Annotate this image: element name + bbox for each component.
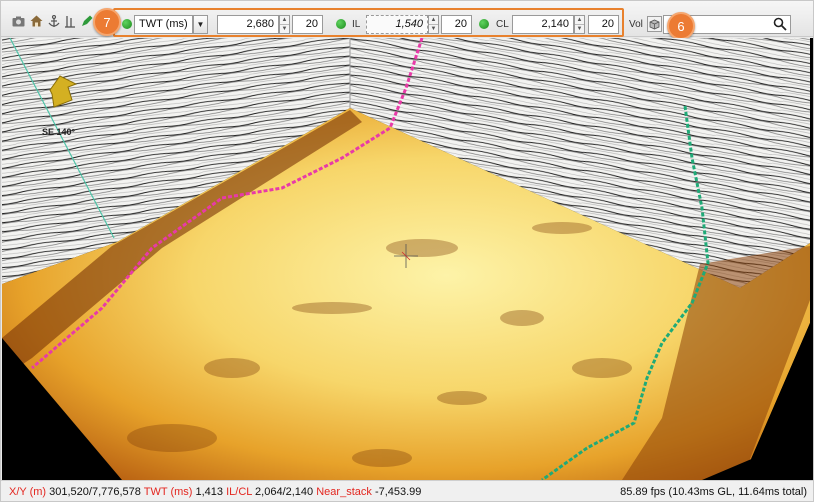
3d-viewport[interactable]: SE 140° (2, 38, 813, 480)
time-slice-spinner[interactable]: ▲ ▼ (279, 15, 290, 34)
ilcl-value: 2,064/2,140 (255, 486, 314, 498)
inline-step-input[interactable]: 20 (441, 15, 472, 34)
inline-input[interactable]: 1,540 (366, 15, 428, 34)
time-step-input[interactable]: 20 (292, 15, 323, 34)
twt-value: 1,413 (195, 486, 224, 498)
inline-visible-toggle[interactable] (336, 19, 346, 29)
camera-icon[interactable] (11, 14, 25, 28)
attribute-label: Near_stack (316, 486, 372, 498)
xy-value: 301,520/7,776,578 (49, 486, 141, 498)
crossline-spinner[interactable]: ▲ ▼ (574, 15, 585, 34)
time-slice-visible-toggle[interactable] (122, 19, 132, 29)
callout-badge-7: 7 (93, 8, 121, 36)
time-slice-input[interactable]: 2,680 (217, 15, 279, 34)
home-icon[interactable] (29, 14, 43, 28)
crossline-step-input[interactable]: 20 (588, 15, 619, 34)
chevron-down-icon[interactable]: ▼ (193, 15, 208, 34)
search-icon[interactable] (773, 17, 788, 32)
crossline-label: CL (496, 19, 509, 30)
inline-spinner[interactable]: ▲ ▼ (428, 15, 439, 34)
ilcl-label: IL/CL (226, 486, 252, 498)
callout-badge-6: 6 (667, 12, 695, 40)
volume-cube-icon[interactable] (647, 16, 662, 32)
domain-select[interactable]: TWT (ms) (134, 15, 193, 34)
xy-label: X/Y (m) (9, 486, 47, 498)
anchor-icon[interactable] (47, 14, 61, 28)
well-tool-icon[interactable] (63, 14, 77, 28)
inline-label: IL (352, 19, 361, 30)
volume-label: Vol (629, 19, 643, 30)
seismic-3d-viewer: TWT (ms) ▼ 2,680 ▲ ▼ 20 IL 1,540 ▲ ▼ 20 CL… (0, 0, 814, 502)
toolbar: TWT (ms) ▼ 2,680 ▲ ▼ 20 IL 1,540 ▲ ▼ 20 CL… (1, 1, 813, 40)
crossline-visible-toggle[interactable] (479, 19, 489, 29)
twt-label: TWT (ms) (143, 486, 193, 498)
interpretation-pen-icon[interactable] (80, 14, 94, 28)
attribute-value: -7,453.99 (374, 486, 422, 498)
performance-readout: 85.89 fps (10.43ms GL, 11.64ms total) (620, 486, 807, 498)
crossline-input[interactable]: 2,140 (512, 15, 574, 34)
compass-label: SE 140° (42, 127, 76, 137)
status-bar: X/Y (m) 301,520/7,776,578 TWT (ms) 1,413… (1, 480, 813, 501)
